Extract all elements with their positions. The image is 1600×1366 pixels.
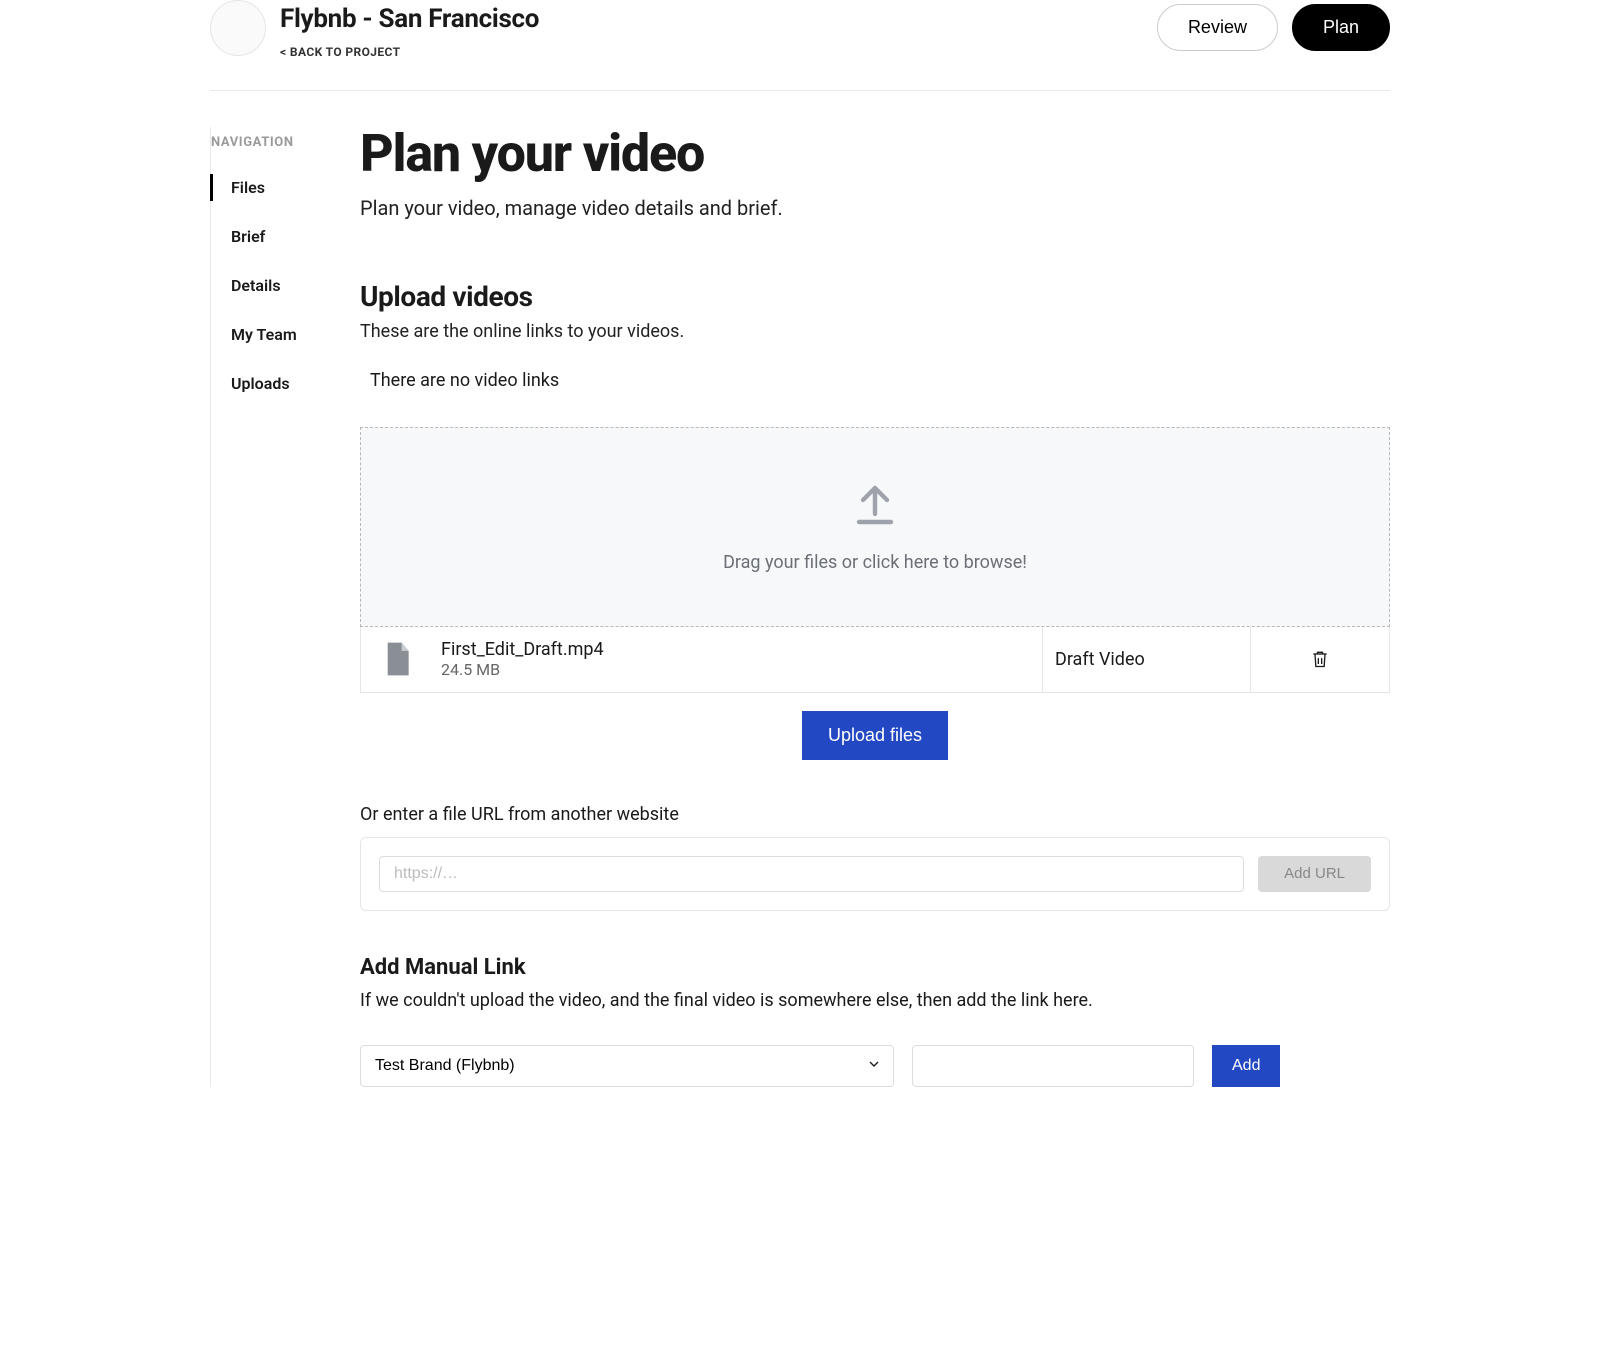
file-name: First_Edit_Draft.mp4: [441, 639, 604, 660]
file-actions: [1251, 627, 1389, 692]
sidebar-item-label: Files: [231, 178, 265, 197]
empty-links-note: There are no video links: [360, 370, 1390, 391]
url-box: Add URL: [360, 837, 1390, 911]
main: NAVIGATION Files Brief Details My Team U…: [210, 91, 1390, 1087]
sidebar-item-brief[interactable]: Brief: [211, 217, 360, 256]
dropzone-text: Drag your files or click here to browse!: [723, 552, 1027, 573]
file-row: First_Edit_Draft.mp4 24.5 MB Draft Video: [360, 627, 1390, 693]
avatar: [210, 0, 266, 56]
file-type: Draft Video: [1043, 627, 1251, 692]
project-title: Flybnb - San Francisco: [280, 4, 539, 35]
manual-row: Test Brand (Flybnb) Add: [360, 1045, 1390, 1087]
add-url-button[interactable]: Add URL: [1258, 856, 1371, 892]
sidebar-item-details[interactable]: Details: [211, 266, 360, 305]
upload-section-title: Upload videos: [360, 280, 1390, 313]
sidebar-item-label: My Team: [231, 325, 297, 344]
file-size: 24.5 MB: [441, 660, 604, 679]
sidebar-item-my-team[interactable]: My Team: [211, 315, 360, 354]
sidebar: NAVIGATION Files Brief Details My Team U…: [210, 127, 360, 1087]
review-button[interactable]: Review: [1157, 4, 1278, 51]
file-icon: [383, 642, 411, 676]
url-input[interactable]: [379, 856, 1244, 892]
brand-select-wrap: Test Brand (Flybnb): [360, 1045, 894, 1087]
upload-files-button[interactable]: Upload files: [802, 711, 948, 760]
back-to-project-link[interactable]: < BACK TO PROJECT: [280, 45, 400, 59]
header-left: Flybnb - San Francisco < BACK TO PROJECT: [210, 0, 539, 60]
page-subtitle: Plan your video, manage video details an…: [360, 196, 1390, 220]
header-right: Review Plan: [1157, 0, 1390, 51]
plan-button[interactable]: Plan: [1292, 4, 1390, 51]
file-text: First_Edit_Draft.mp4 24.5 MB: [441, 639, 604, 679]
sidebar-item-label: Brief: [231, 227, 265, 246]
delete-file-button[interactable]: [1304, 642, 1336, 676]
sidebar-item-label: Details: [231, 276, 281, 295]
manual-link-title: Add Manual Link: [360, 955, 1390, 980]
file-meta: First_Edit_Draft.mp4 24.5 MB: [361, 627, 1043, 692]
add-manual-link-button[interactable]: Add: [1212, 1045, 1280, 1087]
title-block: Flybnb - San Francisco < BACK TO PROJECT: [280, 0, 539, 60]
sidebar-item-files[interactable]: Files: [211, 168, 360, 207]
trash-icon: [1310, 648, 1330, 670]
manual-link-subtitle: If we couldn't upload the video, and the…: [360, 990, 1390, 1011]
manual-link-input[interactable]: [912, 1045, 1194, 1087]
upload-icon: [851, 480, 899, 528]
sidebar-item-label: Uploads: [231, 374, 290, 393]
header: Flybnb - San Francisco < BACK TO PROJECT…: [210, 0, 1390, 91]
dropzone[interactable]: Drag your files or click here to browse!: [360, 427, 1390, 627]
sidebar-item-uploads[interactable]: Uploads: [211, 364, 360, 403]
upload-section-subtitle: These are the online links to your video…: [360, 321, 1390, 342]
brand-select[interactable]: Test Brand (Flybnb): [360, 1045, 894, 1087]
sidebar-heading: NAVIGATION: [211, 135, 360, 168]
content: Plan your video Plan your video, manage …: [360, 127, 1390, 1087]
url-section-label: Or enter a file URL from another website: [360, 804, 1390, 825]
page-title: Plan your video: [360, 127, 1390, 182]
